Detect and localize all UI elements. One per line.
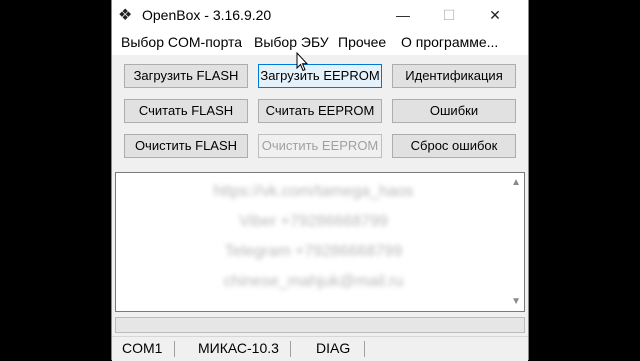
status-mode: DIAG [316,340,351,356]
errors-button[interactable]: Ошибки [392,99,516,123]
reset-errors-button[interactable]: Сброс ошибок [392,134,516,158]
status-separator [174,341,175,357]
clear-eeprom-button[interactable]: Очистить EEPROM [258,134,382,158]
log-line: Viber +79286668799 [239,213,388,230]
title-bar[interactable]: ❖ OpenBox - 3.16.9.20 — ☐ ✕ [112,0,528,31]
mouse-pointer-icon [296,52,308,72]
identify-button[interactable]: Идентификация [392,64,516,88]
maximize-button[interactable]: ☐ [426,0,472,31]
status-separator [364,341,365,357]
status-bar: COM1 МИКАС-10.3 DIAG [112,336,528,361]
menu-other[interactable]: Прочее [338,34,386,50]
app-logo-icon: ❖ [118,7,133,24]
load-eeprom-button[interactable]: Загрузить EEPROM [258,64,382,88]
log-line: Telegram +79286668799 [224,243,403,260]
close-button[interactable]: ✕ [472,0,518,31]
status-com-port: COM1 [122,340,163,356]
log-line: https://vk.com/tamega_haos [213,183,414,200]
status-separator [290,341,291,357]
scroll-down-arrow-icon[interactable]: ▼ [511,296,521,307]
log-line: chinese_mahjuk@mail.ru [223,273,404,290]
window-title: OpenBox - 3.16.9.20 [142,7,272,23]
menu-ecu-select[interactable]: Выбор ЭБУ [254,34,329,50]
scroll-up-arrow-icon[interactable]: ▲ [511,177,521,188]
menu-about[interactable]: О программе... [401,34,498,50]
progress-bar [115,317,525,333]
read-eeprom-button[interactable]: Считать EEPROM [258,99,382,123]
menu-com-port[interactable]: Выбор COM-порта [121,34,242,50]
read-flash-button[interactable]: Считать FLASH [124,99,248,123]
status-ecu: МИКАС-10.3 [198,340,279,356]
app-window: ❖ OpenBox - 3.16.9.20 — ☐ ✕ Выбор COM-по… [111,0,529,361]
log-textbox[interactable]: https://vk.com/tamega_haos Viber +792866… [115,172,525,312]
load-flash-button[interactable]: Загрузить FLASH [124,64,248,88]
clear-flash-button[interactable]: Очистить FLASH [124,134,248,158]
menu-bar: Выбор COM-порта Выбор ЭБУ Прочее О прогр… [112,31,528,55]
minimize-button[interactable]: — [380,0,426,31]
